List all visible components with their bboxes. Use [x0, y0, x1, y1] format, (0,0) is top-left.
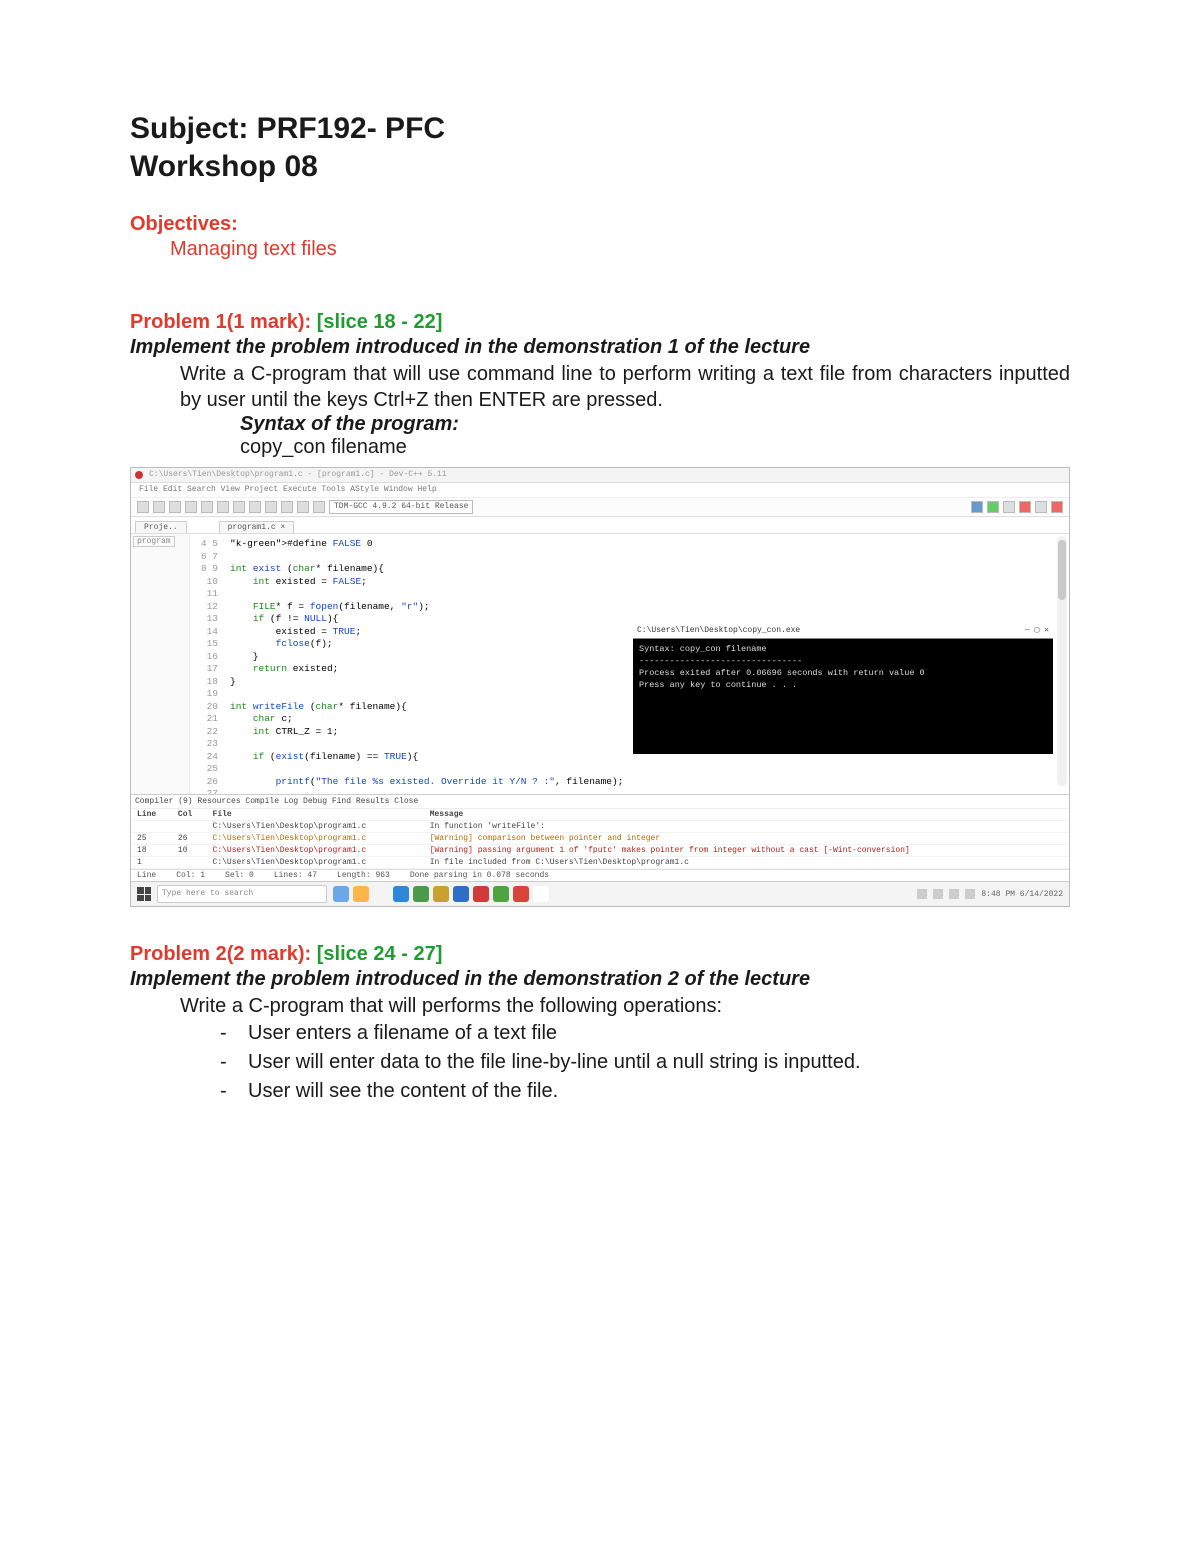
- ide-window: C:\Users\Tien\Desktop\program1.c - [prog…: [130, 467, 1070, 907]
- taskbar-app-icon[interactable]: [453, 886, 469, 902]
- problem-2-slice: [slice 24 - 27]: [317, 943, 443, 965]
- taskbar-app-icon[interactable]: [473, 886, 489, 902]
- taskbar-app-icon[interactable]: [433, 886, 449, 902]
- title-line-1: Subject: PRF192- PFC: [130, 112, 445, 145]
- taskbar-app-icon[interactable]: [493, 886, 509, 902]
- console-titlebar[interactable]: C:\Users\Tien\Desktop\copy_con.exe — ▢ ✕: [633, 624, 1053, 639]
- tray-icon[interactable]: [949, 889, 959, 899]
- project-pane-tab[interactable]: Proje..: [135, 521, 187, 533]
- toolbar-icon[interactable]: [137, 501, 149, 513]
- toolbar-icon[interactable]: [1051, 501, 1063, 513]
- console-window[interactable]: C:\Users\Tien\Desktop\copy_con.exe — ▢ ✕…: [633, 624, 1053, 754]
- list-item: -User enters a filename of a text file: [220, 1019, 1070, 1048]
- taskbar-app-icon[interactable]: [353, 886, 369, 902]
- ide-titlebar: C:\Users\Tien\Desktop\program1.c - [prog…: [131, 468, 1069, 483]
- start-button[interactable]: [137, 887, 151, 901]
- tray-icon[interactable]: [965, 889, 975, 899]
- ide-menubar[interactable]: File Edit Search View Project Execute To…: [131, 483, 1069, 498]
- project-item[interactable]: program: [133, 536, 175, 547]
- toolbar-icon[interactable]: [1019, 501, 1031, 513]
- tray-clock[interactable]: 8:48 PM 6/14/2022: [981, 890, 1063, 899]
- taskbar-app-icon[interactable]: [373, 886, 389, 902]
- toolbar-icon[interactable]: [265, 501, 277, 513]
- code-lines[interactable]: "k-green">#define FALSE 0 int exist (cha…: [224, 534, 629, 794]
- toolbar-icon[interactable]: [971, 501, 983, 513]
- toolbar-icon[interactable]: [1035, 501, 1047, 513]
- problem-1-label: Problem 1(1 mark):: [130, 311, 317, 333]
- compiler-combo[interactable]: TDM-GCC 4.9.2 64-bit Release: [329, 500, 473, 514]
- toolbar-icon[interactable]: [201, 501, 213, 513]
- problem-1-implement: Implement the problem introduced in the …: [130, 336, 1070, 359]
- toolbar-icon[interactable]: [249, 501, 261, 513]
- toolbar-icon[interactable]: [297, 501, 309, 513]
- status-line: Line: [137, 871, 156, 880]
- objectives-heading: Objectives:: [130, 213, 1070, 236]
- syntax-heading: Syntax of the program:: [240, 413, 1070, 436]
- scrollbar-thumb[interactable]: [1058, 540, 1066, 600]
- status-col: Col: 1: [176, 871, 205, 880]
- list-item: -User will enter data to the file line-b…: [220, 1048, 1070, 1077]
- toolbar-icon[interactable]: [1003, 501, 1015, 513]
- problem-1-body: Write a C-program that will use command …: [180, 361, 1070, 413]
- toolbar-icon[interactable]: [185, 501, 197, 513]
- taskbar-app-icon[interactable]: [333, 886, 349, 902]
- console-output: Syntax: copy_con filename---------------…: [639, 643, 1047, 691]
- status-bar: Line Col: 1 Sel: 0 Lines: 47 Length: 963…: [131, 869, 1069, 881]
- problem-1-slice: [slice 18 - 22]: [317, 311, 443, 333]
- toolbar-icon[interactable]: [281, 501, 293, 513]
- taskbar-app-icon[interactable]: [533, 886, 549, 902]
- status-length: Length: 963: [337, 871, 390, 880]
- toolbar-icon[interactable]: [153, 501, 165, 513]
- problem-2-list: -User enters a filename of a text file-U…: [220, 1019, 1070, 1106]
- list-item: -User will see the content of the file.: [220, 1077, 1070, 1106]
- problem-2-label: Problem 2(2 mark):: [130, 943, 317, 965]
- tray-icon[interactable]: [933, 889, 943, 899]
- problem-2-heading: Problem 2(2 mark): [slice 24 - 27]: [130, 943, 1070, 966]
- status-done: Done parsing in 0.078 seconds: [410, 871, 549, 880]
- toolbar-icon[interactable]: [313, 501, 325, 513]
- status-sel: Sel: 0: [225, 871, 254, 880]
- code-editor[interactable]: 4 5 6 7 8 9 10 11 12 13 14 15 16 17 18 1…: [190, 534, 1069, 794]
- compiler-panel: Compiler (9) Resources Compile Log Debug…: [131, 794, 1069, 881]
- toolbar-icon[interactable]: [169, 501, 181, 513]
- tray-icon[interactable]: [917, 889, 927, 899]
- system-tray[interactable]: 8:48 PM 6/14/2022: [917, 889, 1063, 899]
- objectives-body: Managing text files: [170, 238, 1070, 261]
- taskbar-apps[interactable]: [333, 886, 549, 902]
- ide-tabstrip: Proje.. program1.c ×: [131, 517, 1069, 534]
- compiler-table: LineColFileMessage C:\Users\Tien\Desktop…: [131, 809, 1069, 869]
- file-tab[interactable]: program1.c ×: [219, 521, 295, 533]
- syntax-body: copy_con filename: [240, 436, 1070, 459]
- ide-body: program 4 5 6 7 8 9 10 11 12 13 14 15 16…: [131, 534, 1069, 794]
- problem-2-body: Write a C-program that will performs the…: [180, 993, 1070, 1019]
- scrollbar[interactable]: [1057, 536, 1067, 786]
- console-window-buttons[interactable]: — ▢ ✕: [1025, 625, 1049, 637]
- taskbar-search[interactable]: Type here to search: [157, 885, 327, 903]
- page-title: Subject: PRF192- PFC Workshop 08: [130, 110, 1070, 185]
- toolbar-icon[interactable]: [233, 501, 245, 513]
- problem-2-section: Problem 2(2 mark): [slice 24 - 27] Imple…: [130, 943, 1070, 1106]
- taskbar-app-icon[interactable]: [513, 886, 529, 902]
- status-lines: Lines: 47: [274, 871, 317, 880]
- problem-1-heading: Problem 1(1 mark): [slice 18 - 22]: [130, 311, 1070, 334]
- taskbar-app-icon[interactable]: [413, 886, 429, 902]
- taskbar-app-icon[interactable]: [393, 886, 409, 902]
- console-title: C:\Users\Tien\Desktop\copy_con.exe: [637, 625, 800, 637]
- line-gutter: 4 5 6 7 8 9 10 11 12 13 14 15 16 17 18 1…: [190, 534, 224, 794]
- toolbar-icon[interactable]: [217, 501, 229, 513]
- document-page: Subject: PRF192- PFC Workshop 08 Objecti…: [0, 0, 1200, 1553]
- toolbar-icon[interactable]: [987, 501, 999, 513]
- problem-2-implement: Implement the problem introduced in the …: [130, 968, 1070, 991]
- ide-toolbar[interactable]: TDM-GCC 4.9.2 64-bit Release: [131, 498, 1069, 517]
- compiler-tabs[interactable]: Compiler (9) Resources Compile Log Debug…: [131, 795, 1069, 809]
- project-panel[interactable]: program: [131, 534, 190, 794]
- title-line-2: Workshop 08: [130, 150, 318, 183]
- taskbar[interactable]: Type here to search 8:48 PM 6/14/2022: [131, 881, 1069, 906]
